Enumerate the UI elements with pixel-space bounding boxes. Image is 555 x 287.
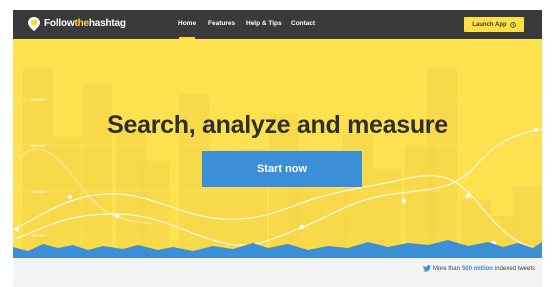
tweet-count-stat: More than 500 million indexed tweets (422, 265, 535, 272)
logo-word-the: the (74, 18, 89, 29)
launch-app-button[interactable]: Launch App (464, 17, 524, 32)
start-now-button[interactable]: Start now (202, 151, 362, 187)
nav-features[interactable]: Features (208, 20, 235, 27)
logo-pin-icon (28, 17, 40, 31)
top-navbar: Followthehashtag Home Features Help & Ti… (13, 10, 542, 39)
nav-help-tips[interactable]: Help & Tips (246, 20, 282, 27)
clock-icon (509, 21, 516, 28)
background-data-point (67, 194, 73, 200)
nav-contact[interactable]: Contact (291, 20, 315, 27)
nav-home[interactable]: Home (178, 20, 196, 27)
background-y-label: 300,000 (31, 189, 46, 194)
background-data-point (14, 226, 20, 232)
page-frame: Followthehashtag Home Features Help & Ti… (13, 10, 542, 287)
background-chart: 600,000 450,000 300,000 150,000 (13, 67, 542, 258)
logo-word-hashtag: hashtag (88, 18, 126, 29)
background-data-point (299, 224, 305, 230)
stat-suffix: indexed tweets (494, 265, 535, 272)
stat-prefix: More than (432, 265, 460, 272)
background-data-point (465, 193, 471, 199)
background-bar (139, 161, 169, 258)
background-y-label: 600,000 (31, 97, 46, 102)
background-y-label: 150,000 (31, 233, 46, 238)
stat-count: 500 million (461, 265, 493, 272)
background-bar (427, 67, 457, 258)
background-bar (51, 137, 81, 258)
logo-word-follow: Follow (44, 18, 75, 29)
hero-headline: Search, analyze and measure (107, 111, 448, 139)
background-data-point (114, 213, 120, 219)
background-data-point (401, 198, 407, 204)
background-y-label: 450,000 (31, 143, 46, 148)
launch-app-label: Launch App (472, 21, 507, 28)
twitter-bird-icon (422, 265, 431, 272)
logo[interactable]: Followthehashtag (44, 18, 126, 29)
hero-section: 600,000 450,000 300,000 150,000 Search, ana… (13, 39, 542, 258)
